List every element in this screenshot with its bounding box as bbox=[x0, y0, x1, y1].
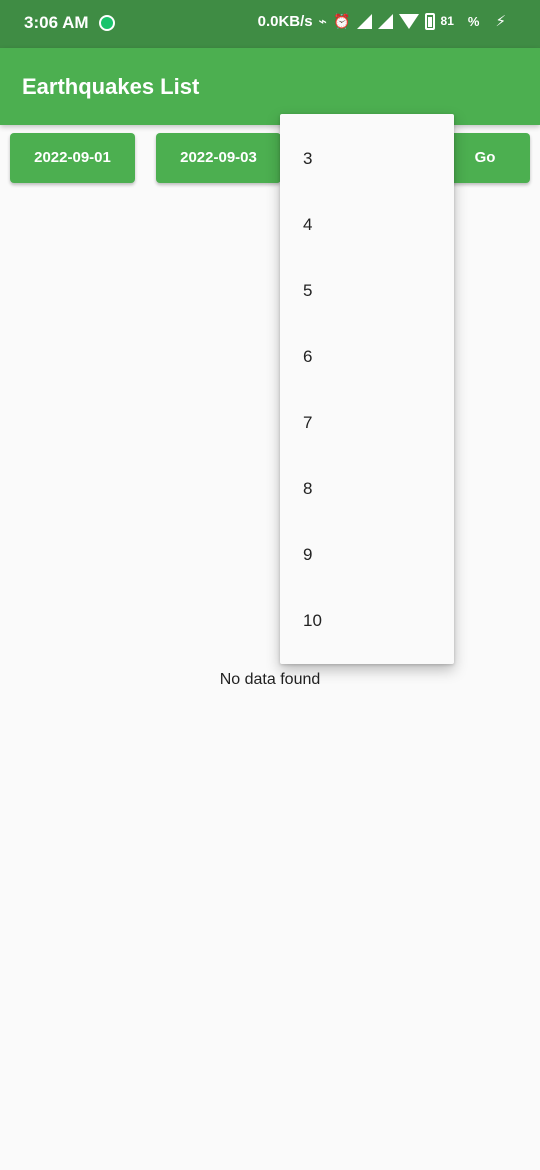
wifi-icon bbox=[398, 13, 419, 29]
page-title: Earthquakes List bbox=[22, 74, 200, 99]
app-bar: Earthquakes List bbox=[0, 48, 540, 125]
dropdown-option[interactable]: 4 bbox=[303, 215, 312, 235]
end-date-button[interactable]: 2022-09-03 bbox=[156, 133, 281, 183]
battery-percent: % bbox=[467, 13, 480, 29]
mute-icon: ⌁ bbox=[318, 12, 328, 29]
dropdown-option[interactable]: 6 bbox=[303, 347, 312, 367]
network-speed: 0.0KB/s bbox=[257, 12, 313, 30]
alarm-icon: ⏰ bbox=[333, 12, 351, 29]
signal-icon-2 bbox=[377, 13, 393, 29]
start-date-button[interactable]: 2022-09-01 bbox=[10, 133, 135, 183]
empty-state-message: No data found bbox=[219, 671, 321, 688]
status-bar: 3:06 AM 0.0KB/s ⌁ ⏰ 81 % ⚡ bbox=[0, 0, 540, 48]
dropdown-option[interactable]: 10 bbox=[303, 611, 322, 631]
dropdown-option[interactable]: 7 bbox=[303, 413, 312, 433]
signal-icon bbox=[356, 13, 372, 29]
dropdown-option[interactable]: 9 bbox=[303, 545, 312, 565]
status-time: 3:06 AM bbox=[24, 13, 89, 32]
charging-icon: ⚡ bbox=[495, 13, 506, 30]
dropdown-option[interactable]: 5 bbox=[303, 281, 312, 301]
app-notification-icon bbox=[99, 15, 115, 31]
magnitude-dropdown-menu: 3 4 5 6 7 8 9 10 bbox=[280, 114, 454, 664]
dropdown-option[interactable]: 3 bbox=[303, 149, 312, 169]
battery-icon bbox=[424, 12, 435, 30]
dropdown-option[interactable]: 8 bbox=[303, 479, 312, 499]
battery-level: 81 bbox=[440, 14, 454, 28]
status-indicators: 0.0KB/s ⌁ ⏰ 81 % ⚡ bbox=[258, 12, 506, 30]
